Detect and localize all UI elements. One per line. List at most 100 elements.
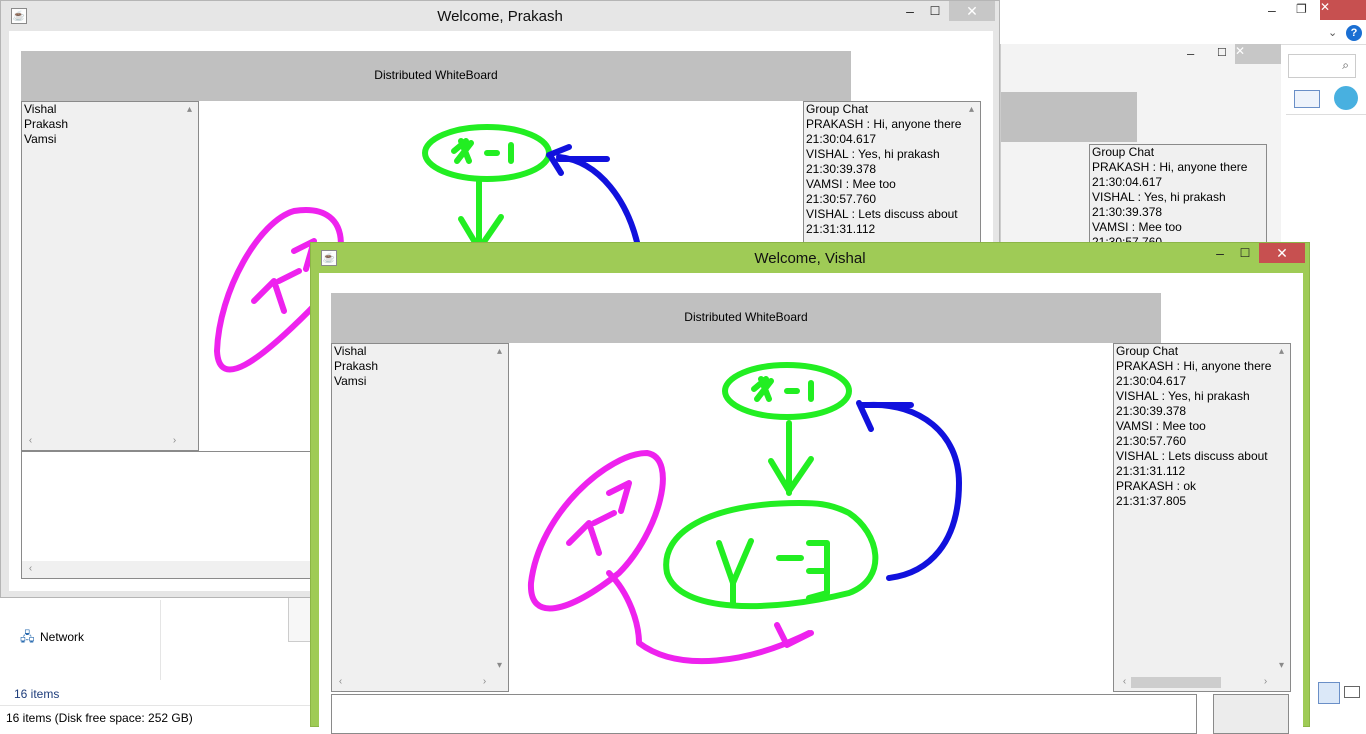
chat-line: 21:30:39.378 — [1116, 404, 1187, 418]
scroll-left-icon[interactable]: ‹ — [332, 676, 349, 687]
user-item[interactable]: Prakash — [332, 359, 508, 374]
maximize-icon[interactable]: ☐ — [1217, 46, 1227, 59]
drawn-text — [251, 238, 317, 314]
chat-line: VAMSI : Mee too — [806, 177, 896, 191]
chat-line: VISHAL : Lets discuss about — [806, 207, 958, 221]
scroll-up-icon[interactable]: ▴ — [963, 104, 980, 115]
horizontal-scrollbar[interactable]: ‹ › — [332, 674, 492, 691]
shell-icon[interactable] — [1334, 86, 1358, 110]
scroll-right-icon[interactable]: › — [1257, 676, 1274, 687]
chat-line: 21:30:57.760 — [1116, 434, 1187, 448]
drawn-ellipse — [527, 450, 666, 612]
message-input[interactable] — [331, 694, 1197, 734]
restore-icon[interactable]: ❐ — [1296, 2, 1307, 16]
scroll-down-icon[interactable]: ▾ — [1273, 660, 1290, 671]
item-count: 16 items — [14, 687, 60, 701]
details-view-icon[interactable] — [1318, 682, 1340, 704]
navigation-pane: 🖧 Network — [0, 590, 160, 685]
mail-icon[interactable] — [1294, 90, 1320, 108]
network-icon: 🖧 — [20, 629, 35, 644]
explorer-titlebar: – ❐ ✕ — [1000, 0, 1366, 24]
chat-line: 21:30:57.760 — [806, 192, 877, 206]
chat-line: 21:31:31.112 — [1116, 464, 1186, 478]
minimize-icon[interactable]: – — [1211, 243, 1229, 263]
scroll-right-icon[interactable]: › — [166, 435, 183, 446]
explorer-ribbon-toggle: ⌄ ? — [1000, 24, 1366, 45]
chat-line: VISHAL : Lets discuss about — [1116, 449, 1268, 463]
scroll-down-icon[interactable]: ▾ — [491, 660, 508, 671]
send-button[interactable] — [1213, 694, 1289, 734]
user-item[interactable]: Vamsi — [22, 132, 198, 147]
group-chat-box[interactable]: Group Chat PRAKASH : Hi, anyone there 21… — [1113, 343, 1291, 692]
drawn-arrow — [606, 570, 814, 665]
horizontal-scrollbar[interactable]: ‹ — [22, 561, 320, 578]
close-icon[interactable]: ✕ — [1235, 44, 1281, 64]
help-icon[interactable]: ? — [1346, 25, 1362, 41]
user-list[interactable]: Vishal Prakash Vamsi ▴ ▾ ‹ › — [331, 343, 509, 692]
chat-line: VAMSI : Mee too — [1092, 220, 1182, 234]
minimize-icon[interactable]: – — [901, 1, 919, 21]
scroll-thumb[interactable] — [1131, 677, 1221, 688]
chat-line: 21:31:37.805 — [1116, 494, 1187, 508]
user-item[interactable]: Vishal — [22, 102, 198, 117]
chevron-down-icon[interactable]: ⌄ — [1328, 26, 1337, 39]
user-item[interactable]: Prakash — [22, 117, 198, 132]
scroll-up-icon[interactable]: ▴ — [1273, 346, 1290, 357]
drawn-arrow — [768, 420, 814, 496]
drawn-text — [751, 376, 814, 402]
large-icons-view-icon[interactable] — [1342, 684, 1360, 700]
chat-line: VISHAL : Yes, hi prakash — [1116, 389, 1250, 403]
scroll-left-icon[interactable]: ‹ — [22, 435, 39, 446]
vertical-scrollbar[interactable]: ▴ — [181, 102, 198, 434]
chat-line: 21:30:04.617 — [806, 132, 877, 146]
drawn-ellipse — [663, 500, 879, 610]
group-chat-box: Group Chat PRAKASH : Hi, anyone there 21… — [1089, 144, 1267, 254]
nav-network[interactable]: Network — [40, 630, 84, 644]
chat-line: VISHAL : Yes, hi prakash — [806, 147, 940, 161]
drawn-text — [716, 538, 830, 606]
user-list[interactable]: Vishal Prakash Vamsi ▴ ‹ › — [21, 101, 199, 451]
chat-line: Group Chat — [1116, 344, 1179, 358]
scroll-right-icon[interactable]: › — [476, 676, 493, 687]
message-input[interactable]: ‹ — [21, 451, 321, 579]
chat-line: 21:31:31.112 — [806, 222, 876, 236]
whiteboard-canvas[interactable] — [509, 343, 1113, 692]
close-icon[interactable]: ✕ — [1320, 0, 1366, 20]
close-icon[interactable]: ✕ — [949, 1, 995, 21]
divider — [1286, 114, 1366, 115]
title-bar: ☕ Welcome, Vishal – ☐ ✕ — [311, 243, 1309, 273]
scroll-left-icon[interactable]: ‹ — [22, 563, 39, 574]
maximize-icon[interactable]: ☐ — [926, 1, 944, 21]
chat-line: Group Chat — [806, 102, 869, 116]
search-icon: ⌕ — [1342, 58, 1349, 72]
scroll-up-icon[interactable]: ▴ — [491, 346, 508, 357]
title-bar: ☕ Welcome, Prakash – ☐ ✕ — [1, 1, 999, 31]
window-title: Welcome, Prakash — [437, 8, 563, 25]
vertical-scrollbar[interactable]: ▴ ▾ — [1273, 344, 1290, 675]
chat-line: 21:30:04.617 — [1116, 374, 1187, 388]
vertical-scrollbar[interactable]: ▴ ▾ — [491, 344, 508, 675]
whiteboard-header-bar — [1001, 92, 1137, 142]
close-icon[interactable]: ✕ — [1259, 243, 1305, 263]
maximize-icon[interactable]: ☐ — [1236, 243, 1254, 263]
minimize-icon[interactable]: – — [1268, 2, 1276, 18]
chat-line: VISHAL : Yes, hi prakash — [1092, 190, 1226, 204]
divider — [160, 600, 161, 680]
drawn-text — [451, 138, 514, 164]
horizontal-scrollbar[interactable]: ‹ › — [1114, 674, 1274, 691]
chat-line: VAMSI : Mee too — [1116, 419, 1206, 433]
disk-space-status: 16 items (Disk free space: 252 GB) — [6, 711, 193, 725]
chat-line: 21:30:39.378 — [806, 162, 877, 176]
vishal-window: ☕ Welcome, Vishal – ☐ ✕ Distributed Whit… — [310, 242, 1310, 734]
scroll-up-icon[interactable]: ▴ — [181, 104, 198, 115]
window-title: Welcome, Vishal — [754, 250, 866, 267]
user-item[interactable]: Vamsi — [332, 374, 508, 389]
app-title: Distributed WhiteBoard — [684, 310, 808, 324]
chat-line: PRAKASH : ok — [1116, 479, 1197, 493]
user-item[interactable]: Vishal — [332, 344, 508, 359]
search-input[interactable]: ⌕ — [1288, 54, 1356, 78]
horizontal-scrollbar[interactable]: ‹ › — [22, 433, 182, 450]
minimize-icon[interactable]: – — [1187, 46, 1194, 61]
chat-line: PRAKASH : Hi, anyone there — [1092, 160, 1248, 174]
chat-line: 21:30:04.617 — [1092, 175, 1163, 189]
